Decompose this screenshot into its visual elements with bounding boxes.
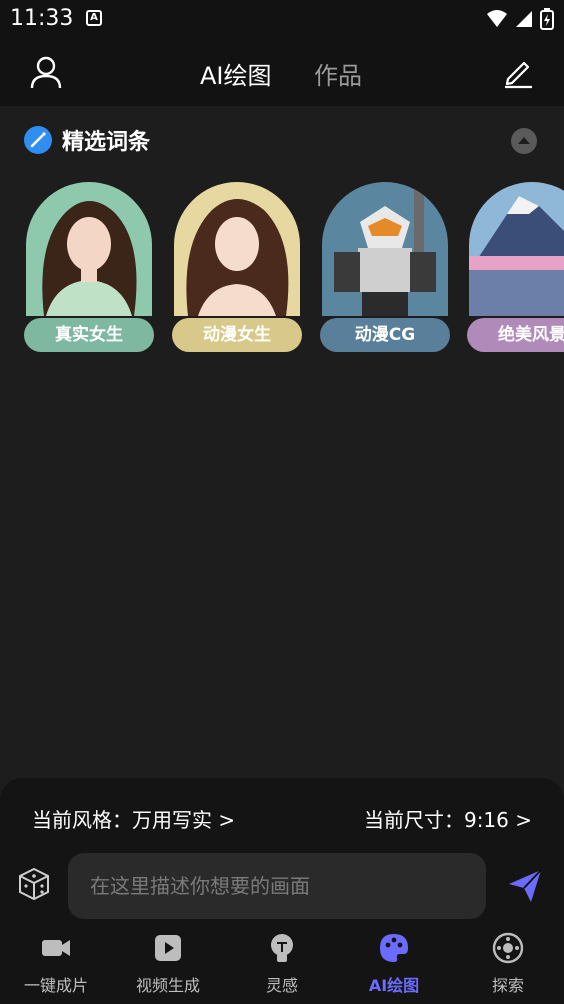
signal-icon bbox=[516, 11, 532, 27]
card-anime-cg[interactable]: 动漫CG bbox=[320, 180, 450, 354]
card-real-girl[interactable]: 真实女生 bbox=[24, 180, 154, 354]
tab-ai-drawing[interactable]: AI绘图 bbox=[200, 56, 272, 91]
tab-label: AI绘图 bbox=[368, 976, 420, 995]
tab-works[interactable]: 作品 bbox=[314, 56, 362, 91]
lightbulb-icon bbox=[271, 934, 293, 962]
tab-one-click-video[interactable]: 一键成片 bbox=[0, 926, 112, 1004]
tab-label: 一键成片 bbox=[23, 976, 88, 995]
video-camera-icon bbox=[42, 940, 70, 956]
section-title: 精选词条 bbox=[62, 130, 151, 155]
status-icons bbox=[486, 8, 554, 30]
card-image bbox=[174, 182, 300, 316]
card-label: 动漫CG bbox=[320, 318, 450, 352]
top-nav: AI绘图 作品 bbox=[0, 38, 564, 106]
prompt-field-container bbox=[68, 853, 486, 919]
card-label: 动漫女生 bbox=[172, 318, 302, 352]
battery-icon bbox=[540, 8, 554, 30]
prompt-input[interactable] bbox=[68, 853, 486, 919]
edit-icon[interactable] bbox=[500, 54, 536, 90]
video-play-icon bbox=[155, 935, 181, 961]
tab-label: 探索 bbox=[491, 976, 524, 995]
preset-cards: 真实女生 动漫女生 动漫CG 绝美风景 bbox=[0, 180, 564, 360]
collapse-button[interactable] bbox=[511, 128, 537, 154]
wifi-icon bbox=[487, 10, 507, 27]
card-anime-girl[interactable]: 动漫女生 bbox=[172, 180, 302, 354]
tab-inspiration[interactable]: 灵感 bbox=[226, 926, 338, 1004]
notification-icon: A bbox=[86, 10, 102, 26]
tab-video-gen[interactable]: 视频生成 bbox=[112, 926, 224, 1004]
status-time: 11:33 bbox=[10, 6, 74, 31]
card-label: 真实女生 bbox=[24, 318, 154, 352]
status-bar: 11:33 A bbox=[0, 0, 564, 38]
current-style-selector[interactable]: 当前风格：万用写实 > bbox=[32, 804, 235, 833]
card-image bbox=[322, 182, 448, 316]
send-icon[interactable] bbox=[505, 866, 545, 906]
current-size-selector[interactable]: 当前尺寸：9:16 > bbox=[364, 804, 532, 833]
magic-wand-icon bbox=[24, 126, 52, 154]
card-image bbox=[469, 182, 564, 316]
card-label: 绝美风景 bbox=[467, 318, 564, 352]
tab-label: 视频生成 bbox=[135, 976, 200, 995]
dice-icon[interactable] bbox=[16, 866, 52, 902]
chevron-up-icon bbox=[518, 137, 530, 144]
user-icon[interactable] bbox=[28, 54, 64, 90]
card-scenery[interactable]: 绝美风景 bbox=[467, 180, 564, 354]
tab-label: 灵感 bbox=[265, 976, 298, 995]
section-header: 精选词条 bbox=[0, 106, 564, 172]
card-image bbox=[26, 182, 152, 316]
bottom-tab-bar: 一键成片 视频生成 灵感 AI绘图 探索 bbox=[0, 926, 564, 1004]
explore-icon bbox=[492, 932, 524, 964]
palette-icon bbox=[380, 934, 408, 962]
tab-ai-drawing-bottom[interactable]: AI绘图 bbox=[338, 926, 450, 1004]
tab-explore[interactable]: 探索 bbox=[452, 926, 564, 1004]
